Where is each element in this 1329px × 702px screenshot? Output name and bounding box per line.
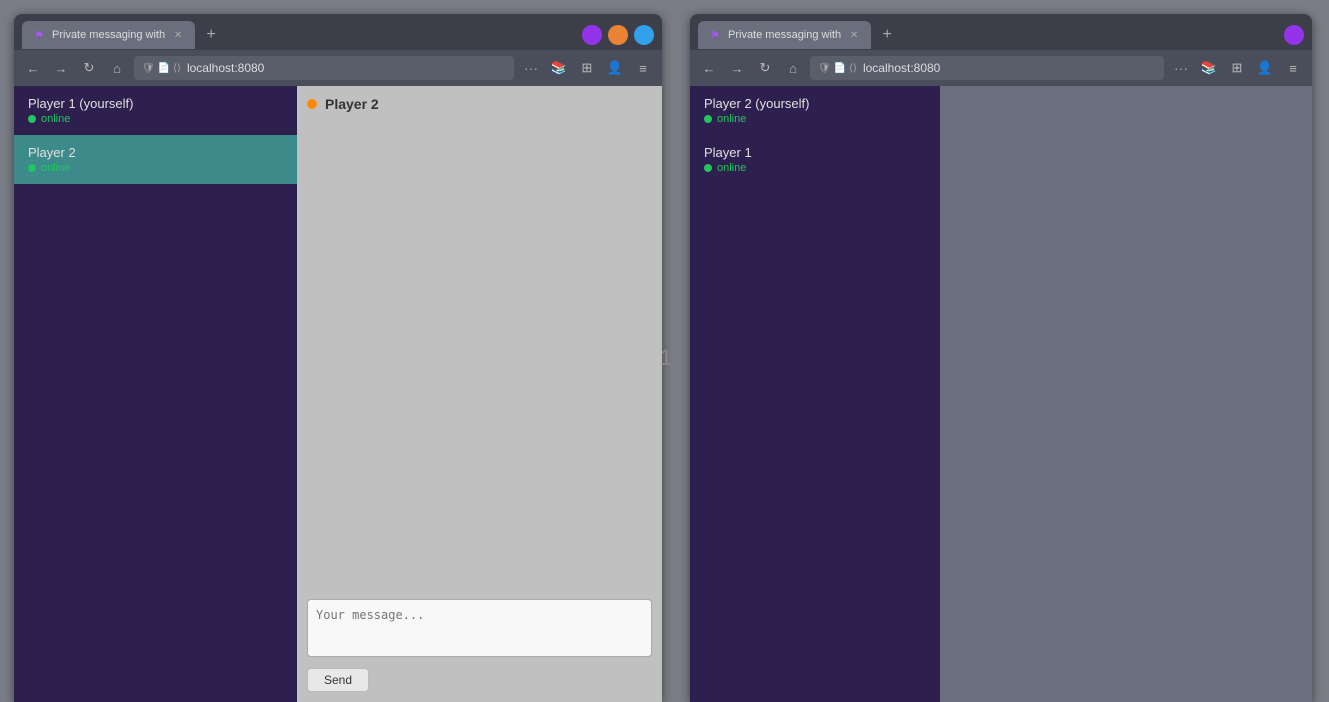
home-button[interactable]: ⌂ (106, 57, 128, 79)
shield-icon: 🛡 (142, 63, 155, 74)
player1-status-dot (28, 115, 36, 123)
left-browser: ⚑ Private messaging with ✕ + ← → ↻ ⌂ 🛡 📄… (14, 14, 662, 702)
player2-name: Player 2 (28, 145, 283, 160)
page-icon: 📄 (158, 63, 170, 74)
left-tab-title: Private messaging with (52, 29, 165, 41)
left-browser-toolbar: ← → ↻ ⌂ 🛡 📄 ⟨⟩ localhost:8080 ··· 📚 ⊞ 👤 … (14, 50, 662, 86)
share-icon: ⟨⟩ (173, 63, 181, 74)
right-address-bar-security-icons: 🛡 📄 ⟨⟩ (818, 63, 857, 74)
player2-sidebar-item[interactable]: Player 2 online (14, 135, 297, 184)
divider-label: 1 (657, 345, 675, 371)
right-tab-bar: ⚑ Private messaging with ✕ + (690, 14, 1312, 50)
more-button[interactable]: ··· (520, 58, 542, 78)
right-shield-icon: 🛡 (818, 63, 831, 74)
right-player2-sidebar-item[interactable]: Player 2 (yourself) online (690, 86, 940, 135)
left-sidebar: Player 1 (yourself) online Player 2 onli… (14, 86, 297, 702)
right-profile-icon (1284, 25, 1304, 45)
right-app-content: Player 2 (yourself) online Player 1 onli… (690, 86, 1312, 702)
chat-header-name: Player 2 (325, 96, 379, 112)
menu-icon[interactable]: ≡ (632, 57, 654, 79)
left-active-tab[interactable]: ⚑ Private messaging with ✕ (22, 21, 195, 49)
forward-button[interactable]: → (50, 57, 72, 79)
right-address-bar[interactable]: 🛡 📄 ⟨⟩ localhost:8080 (810, 56, 1164, 80)
right-url-text: localhost:8080 (863, 61, 940, 75)
message-input-wrapper: Send (307, 599, 652, 692)
profile-icon-2 (608, 25, 628, 45)
grid-icon[interactable]: ⊞ (576, 57, 598, 79)
left-browser-chrome: ⚑ Private messaging with ✕ + ← → ↻ ⌂ 🛡 📄… (14, 14, 662, 86)
chat-header-status-dot (307, 99, 317, 109)
left-address-bar[interactable]: 🛡 📄 ⟨⟩ localhost:8080 (134, 56, 514, 80)
bookmarks-icon[interactable]: 📚 (548, 57, 570, 79)
right-back-button[interactable]: ← (698, 57, 720, 79)
player1-name: Player 1 (yourself) (28, 96, 283, 111)
right-new-tab-button[interactable]: + (875, 23, 899, 47)
player1-status-text: online (41, 113, 70, 125)
player2-status-text: online (41, 162, 70, 174)
right-menu-icon[interactable]: ≡ (1282, 57, 1304, 79)
tab-favicon-icon: ⚑ (32, 28, 46, 42)
right-player1-status-text: online (717, 162, 746, 174)
back-button[interactable]: ← (22, 57, 44, 79)
right-player1-sidebar-item[interactable]: Player 1 online (690, 135, 940, 184)
left-new-tab-button[interactable]: + (199, 23, 223, 47)
player2-status-row: online (28, 162, 283, 174)
right-tab-title: Private messaging with (728, 29, 841, 41)
address-bar-security-icons: 🛡 📄 ⟨⟩ (142, 63, 181, 74)
right-browser-chrome: ⚑ Private messaging with ✕ + ← → ↻ ⌂ 🛡 📄… (690, 14, 1312, 86)
right-window-controls (1284, 25, 1304, 45)
right-tab-favicon-icon: ⚑ (708, 28, 722, 42)
right-player2-status-dot (704, 115, 712, 123)
profile-icon-3 (634, 25, 654, 45)
left-url-text: localhost:8080 (187, 61, 264, 75)
right-bookmarks-icon[interactable]: 📚 (1198, 57, 1220, 79)
right-grid-icon[interactable]: ⊞ (1226, 57, 1248, 79)
left-tab-bar: ⚑ Private messaging with ✕ + (14, 14, 662, 50)
right-user-icon[interactable]: 👤 (1254, 57, 1276, 79)
player1-status-row: online (28, 113, 283, 125)
right-player1-status-row: online (704, 162, 926, 174)
right-tab-close-button[interactable]: ✕ (847, 28, 861, 42)
right-forward-button[interactable]: → (726, 57, 748, 79)
chat-header: Player 2 (307, 96, 652, 112)
right-browser-toolbar: ← → ↻ ⌂ 🛡 📄 ⟨⟩ localhost:8080 ··· 📚 ⊞ 👤 … (690, 50, 1312, 86)
right-page-icon: 📄 (834, 63, 846, 74)
right-active-tab[interactable]: ⚑ Private messaging with ✕ (698, 21, 871, 49)
right-reload-button[interactable]: ↻ (754, 57, 776, 79)
player2-status-dot (28, 164, 36, 172)
user-icon[interactable]: 👤 (604, 57, 626, 79)
profile-icon-1 (582, 25, 602, 45)
right-player1-name: Player 1 (704, 145, 926, 160)
right-share-icon: ⟨⟩ (849, 63, 857, 74)
right-home-button[interactable]: ⌂ (782, 57, 804, 79)
player1-sidebar-item[interactable]: Player 1 (yourself) online (14, 86, 297, 135)
right-browser: ⚑ Private messaging with ✕ + ← → ↻ ⌂ 🛡 📄… (690, 14, 1312, 702)
right-player2-name: Player 2 (yourself) (704, 96, 926, 111)
left-window-controls (582, 25, 654, 45)
left-tab-close-button[interactable]: ✕ (171, 28, 185, 42)
right-player1-status-dot (704, 164, 712, 172)
chat-messages-area (307, 120, 652, 599)
right-chat-area (940, 86, 1312, 702)
right-player2-status-text: online (717, 113, 746, 125)
message-input[interactable] (307, 599, 652, 657)
left-chat-area: Player 2 Send (297, 86, 662, 702)
right-sidebar: Player 2 (yourself) online Player 1 onli… (690, 86, 940, 702)
right-more-button[interactable]: ··· (1170, 58, 1192, 78)
reload-button[interactable]: ↻ (78, 57, 100, 79)
left-app-content: Player 1 (yourself) online Player 2 onli… (14, 86, 662, 702)
send-button[interactable]: Send (307, 668, 369, 692)
right-player2-status-row: online (704, 113, 926, 125)
